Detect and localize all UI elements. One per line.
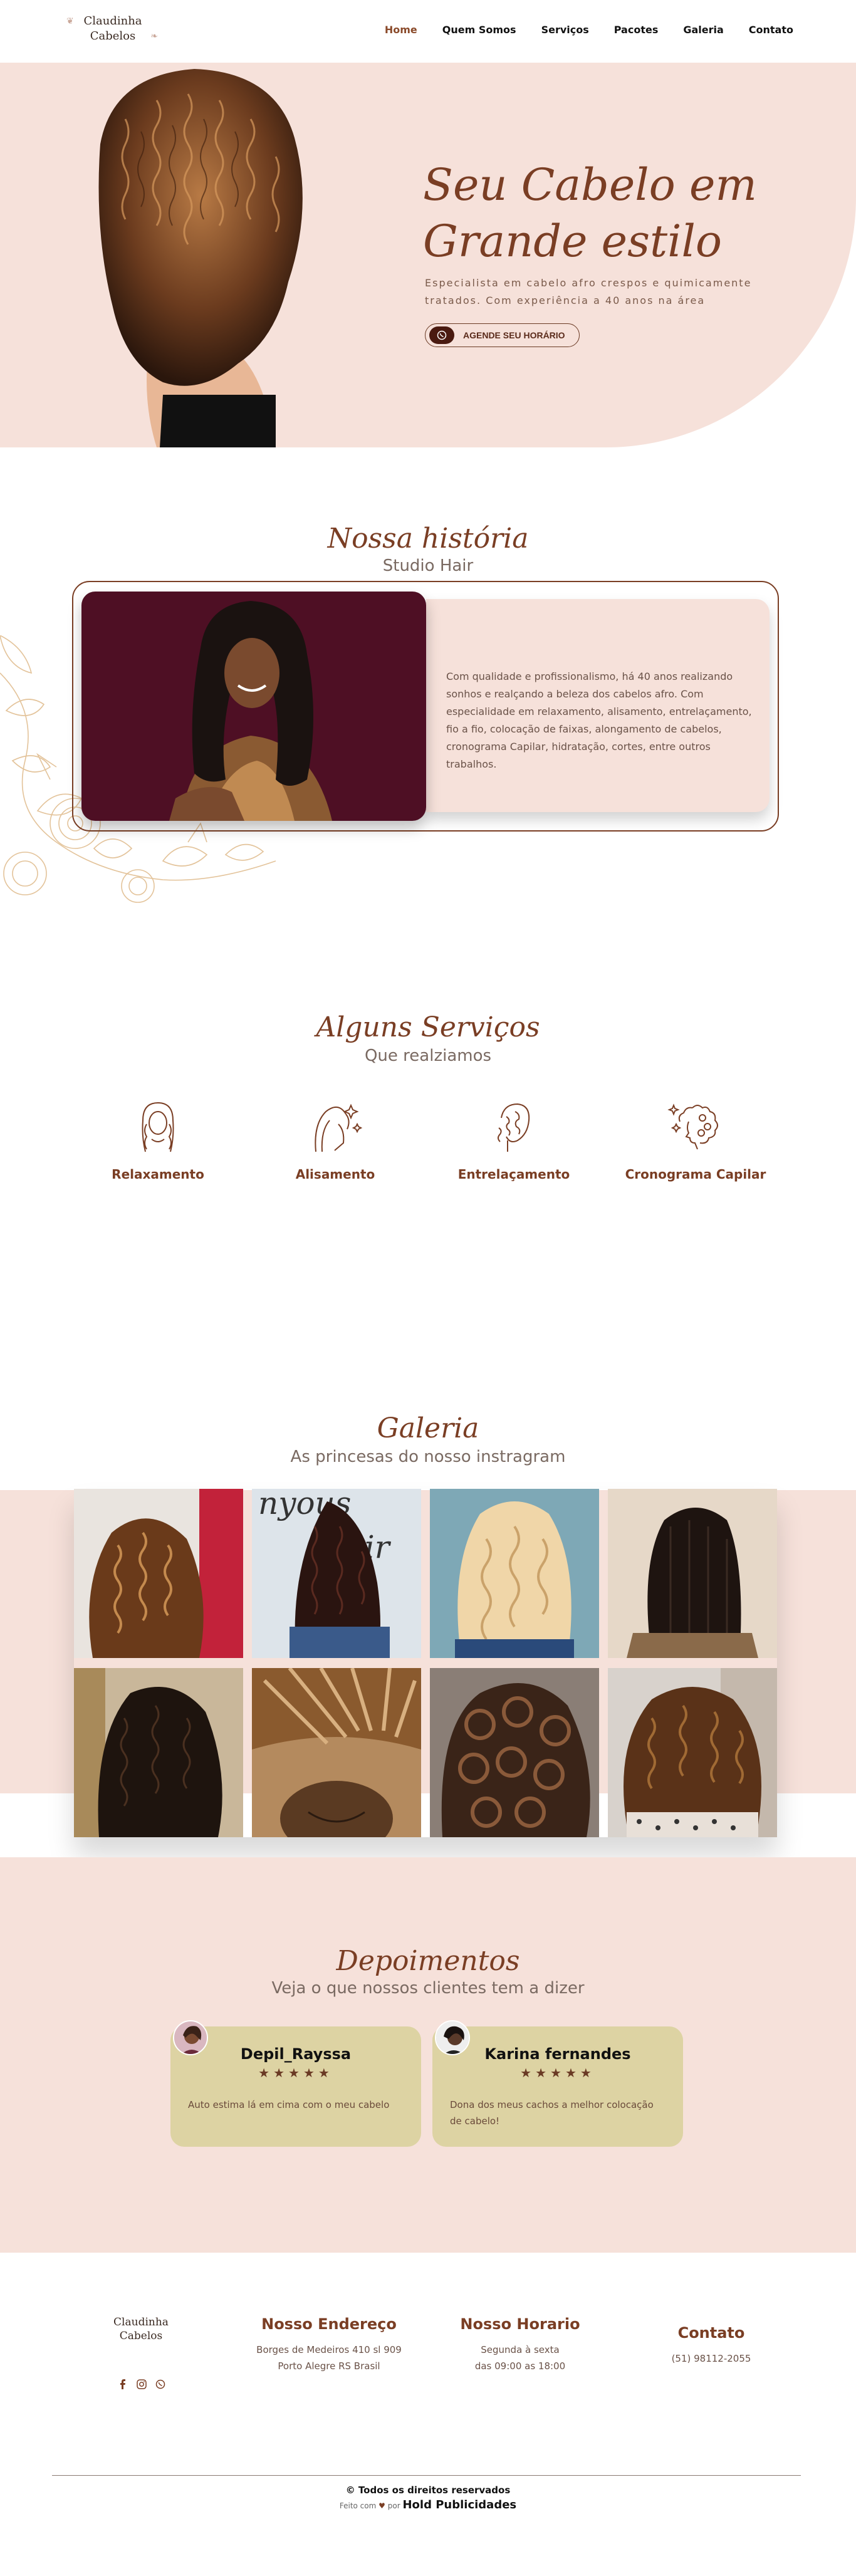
- logo-swirl-icon: ❧: [150, 31, 158, 41]
- hero-section: Seu Cabelo em Grande estilo Especialista…: [0, 63, 856, 447]
- hero-subtitle: Especialista em cabelo afro crespos e qu…: [425, 274, 801, 310]
- footer-contact-title: Contato: [677, 2324, 745, 2342]
- galeria-section: Galeria As princesas do nosso instragram…: [0, 1406, 856, 1857]
- service-label: Cronograma Capilar: [625, 1167, 766, 1182]
- made-by-label: por: [387, 2501, 400, 2510]
- gallery-photo[interactable]: [74, 1668, 243, 1837]
- agency-link[interactable]: Hold Publicidades: [402, 2498, 516, 2511]
- gallery-photo[interactable]: nyous air: [252, 1489, 421, 1658]
- testimonial-name: Depil_Rayssa: [240, 2045, 352, 2063]
- footer-address-title: Nosso Endereço: [261, 2315, 397, 2333]
- gallery-photo[interactable]: [252, 1668, 421, 1837]
- footer-phone[interactable]: (51) 98112-2055: [617, 2350, 805, 2367]
- facebook-icon[interactable]: [117, 2378, 129, 2391]
- nav-servicos[interactable]: Serviços: [541, 24, 589, 36]
- footer-hours: Nosso Horario Segunda à sexta das 09:00 …: [426, 2315, 614, 2374]
- servicos-subtitle: Que realziamos: [364, 1046, 492, 1065]
- footer-contact: Contato (51) 98112-2055: [617, 2324, 805, 2367]
- whatsapp-icon[interactable]: [154, 2378, 167, 2391]
- depoimentos-section: Depoimentos Veja o que nossos clientes t…: [0, 1857, 856, 2253]
- testimonial-card: Karina fernandes ★★★★★ Dona dos meus cac…: [432, 2020, 683, 2147]
- gallery-photo[interactable]: [74, 1489, 243, 1658]
- galeria-title: Galeria: [377, 1412, 479, 1444]
- social-links: [117, 2378, 167, 2391]
- gallery-photo[interactable]: [608, 1489, 777, 1658]
- footer-hours-line2: das 09:00 as 18:00: [474, 2360, 566, 2372]
- testimonial-text: Dona dos meus cachos a melhor colocação …: [450, 2099, 654, 2127]
- servicos-section: Alguns Serviços Que realziamos Relaxamen…: [0, 980, 856, 1406]
- service-alisamento[interactable]: Alisamento: [260, 1099, 410, 1182]
- historia-text: Com qualidade e profissionalismo, há 40 …: [446, 670, 752, 770]
- hair-straight-icon: [315, 1103, 363, 1152]
- schedule-button-label: AGENDE SEU HORÁRIO: [463, 330, 565, 340]
- gallery-grid: nyous air: [74, 1489, 777, 1837]
- nav-quem-somos[interactable]: Quem Somos: [442, 24, 516, 36]
- hero-title-line2: Grande estilo: [423, 216, 723, 267]
- galeria-subtitle: As princesas do nosso instragram: [290, 1447, 566, 1466]
- hair-relax-icon: [142, 1102, 174, 1152]
- testimonial-name: Karina fernandes: [484, 2045, 631, 2063]
- curly-hair-icon: [667, 1103, 718, 1150]
- gallery-photo[interactable]: [430, 1489, 599, 1658]
- service-relaxamento[interactable]: Relaxamento: [83, 1099, 233, 1182]
- made-by: Feito com ♥ por Hold Publicidades: [0, 2498, 856, 2511]
- logo-swirl-icon: ❦: [66, 16, 74, 26]
- service-cronograma[interactable]: Cronograma Capilar: [620, 1099, 771, 1182]
- hero-title-line1: Seu Cabelo em: [423, 159, 757, 211]
- footer-divider: [52, 2475, 801, 2476]
- schedule-button[interactable]: AGENDE SEU HORÁRIO: [425, 323, 580, 347]
- main-nav: Home Quem Somos Serviços Pacotes Galeria…: [385, 24, 793, 36]
- hero-curly-hair-photo: [98, 69, 303, 447]
- footer-address-line1: Borges de Medeiros 410 sl 909: [256, 2344, 402, 2355]
- heart-icon: ♥: [378, 2501, 385, 2510]
- service-label: Alisamento: [295, 1167, 375, 1182]
- service-label: Relaxamento: [112, 1167, 204, 1182]
- nav-home[interactable]: Home: [385, 24, 417, 36]
- star-rating: ★★★★★: [258, 2065, 333, 2080]
- testimonial-text: Auto estima lá em cima com o meu cabelo: [188, 2099, 390, 2110]
- nav-contato[interactable]: Contato: [749, 24, 793, 36]
- made-prefix: Feito com: [339, 2501, 377, 2510]
- footer-address: Nosso Endereço Borges de Medeiros 410 sl…: [235, 2315, 423, 2374]
- site-footer: Claudinha Cabelos Nosso Endereço Borges …: [0, 2253, 856, 2526]
- footer-address-line2: Porto Alegre RS Brasil: [278, 2360, 380, 2372]
- historia-subtitle: Studio Hair: [382, 556, 474, 575]
- footer-logo[interactable]: Claudinha Cabelos: [97, 2315, 185, 2347]
- logo[interactable]: ❦ Claudinha Cabelos ❧: [66, 14, 158, 49]
- footer-logo-line2: Cabelos: [119, 2330, 163, 2342]
- braid-icon: [498, 1103, 530, 1152]
- hero-title: Seu Cabelo em Grande estilo: [423, 157, 774, 269]
- footer-hours-line1: Segunda à sexta: [481, 2344, 560, 2355]
- whatsapp-icon: [429, 326, 454, 344]
- instagram-icon[interactable]: [135, 2378, 148, 2391]
- nav-galeria[interactable]: Galeria: [683, 24, 723, 36]
- historia-title: Nossa história: [327, 523, 529, 555]
- star-rating: ★★★★★: [520, 2065, 595, 2080]
- footer-logo-line1: Claudinha: [113, 2316, 169, 2328]
- logo-line1: Claudinha: [83, 14, 142, 28]
- hero-subtitle-line2: tratados. Com experiência a 40 anos na á…: [425, 295, 706, 306]
- gallery-photo[interactable]: [430, 1668, 599, 1837]
- depoimentos-title: Depoimentos: [336, 1945, 520, 1977]
- servicos-title: Alguns Serviços: [316, 1011, 540, 1043]
- footer-hours-title: Nosso Horario: [460, 2315, 580, 2333]
- site-header: ❦ Claudinha Cabelos ❧ Home Quem Somos Se…: [0, 0, 856, 63]
- gallery-photo[interactable]: [608, 1668, 777, 1837]
- logo-line2: Cabelos: [90, 29, 136, 43]
- hero-subtitle-line1: Especialista em cabelo afro crespos e qu…: [425, 277, 752, 289]
- testimonial-card: Depil_Rayssa ★★★★★ Auto estima lá em cim…: [170, 2020, 421, 2147]
- copyright: © Todos os direitos reservados: [345, 2485, 511, 2496]
- service-label: Entrelaçamento: [457, 1167, 570, 1182]
- depoimentos-subtitle: Veja o que nossos clientes tem a dizer: [271, 1979, 585, 1998]
- nav-pacotes[interactable]: Pacotes: [614, 24, 659, 36]
- owner-photo: [81, 592, 426, 821]
- service-entrelacamento[interactable]: Entrelaçamento: [439, 1099, 589, 1182]
- historia-section: Nossa história Studio Hair Com qualidade…: [0, 447, 856, 980]
